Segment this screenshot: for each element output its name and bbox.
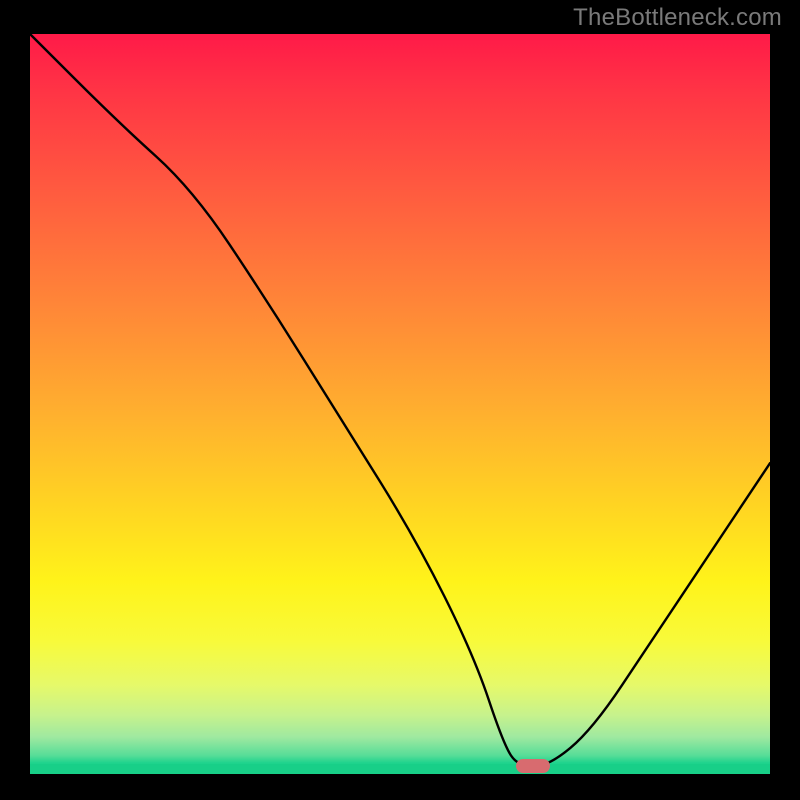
- bottleneck-curve: [30, 34, 770, 767]
- plot-area: [30, 34, 770, 774]
- chart-svg: [30, 34, 770, 774]
- chart-container: TheBottleneck.com: [0, 0, 800, 800]
- optimal-marker: [516, 759, 550, 773]
- watermark-text: TheBottleneck.com: [573, 4, 782, 32]
